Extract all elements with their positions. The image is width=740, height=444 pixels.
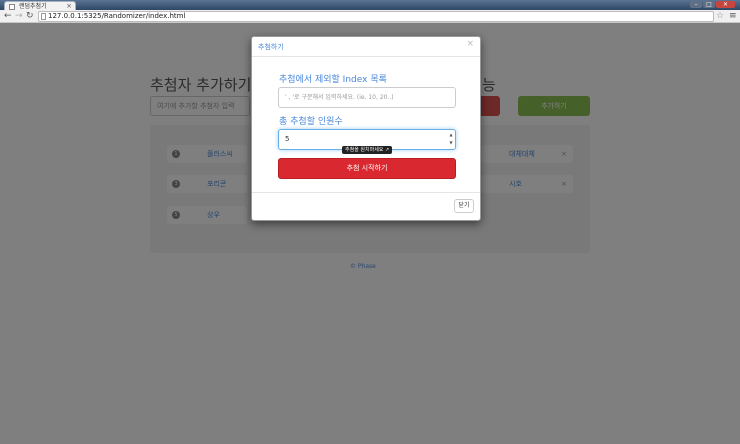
- forward-icon[interactable]: →: [15, 11, 23, 22]
- reload-icon[interactable]: ↻: [26, 11, 34, 22]
- browser-toolbar: ← → ↻ 127.0.0.1:5325/Randomizer/index.ht…: [0, 10, 740, 23]
- exclude-label: 추첨에서 제외할 Index 목록: [279, 75, 387, 85]
- tab-title: 랜덤추첨기: [19, 3, 47, 10]
- maximize-icon[interactable]: □: [703, 1, 715, 8]
- modal-title: 추첨하기: [258, 43, 284, 51]
- address-bar[interactable]: 127.0.0.1:5325/Randomizer/index.html: [38, 11, 714, 22]
- window-close-icon[interactable]: ✕: [716, 1, 735, 8]
- validation-tooltip: 추첨을 원치마세요 ↗: [342, 146, 393, 154]
- page-icon: [41, 13, 46, 20]
- draw-count-value: 5: [285, 135, 290, 143]
- bookmark-star-icon[interactable]: ☆: [716, 11, 724, 22]
- menu-icon[interactable]: ≡: [729, 11, 737, 22]
- close-icon[interactable]: ×: [466, 40, 474, 49]
- spinner-arrows-icon[interactable]: ▲ ▼: [448, 131, 454, 148]
- start-draw-button[interactable]: 추첨 시작하기: [278, 158, 456, 179]
- back-icon[interactable]: ←: [4, 11, 12, 22]
- draw-modal: 추첨하기 × 추첨에서 제외할 Index 목록 ' , '로 구분해서 입력하…: [251, 36, 481, 221]
- minimize-icon[interactable]: –: [690, 1, 702, 8]
- exclude-index-input[interactable]: ' , '로 구분해서 입력하세요. (ie. 10, 20..): [278, 87, 456, 108]
- url-text: 127.0.0.1:5325/Randomizer/index.html: [48, 12, 186, 20]
- modal-footer-divider: [252, 192, 480, 193]
- close-button[interactable]: 닫기: [454, 199, 474, 213]
- modal-header: 추첨하기 ×: [252, 37, 480, 57]
- window-titlebar: 랜덤추첨기 × – □ ✕: [0, 0, 740, 11]
- count-label: 총 추첨할 인원수: [279, 117, 343, 127]
